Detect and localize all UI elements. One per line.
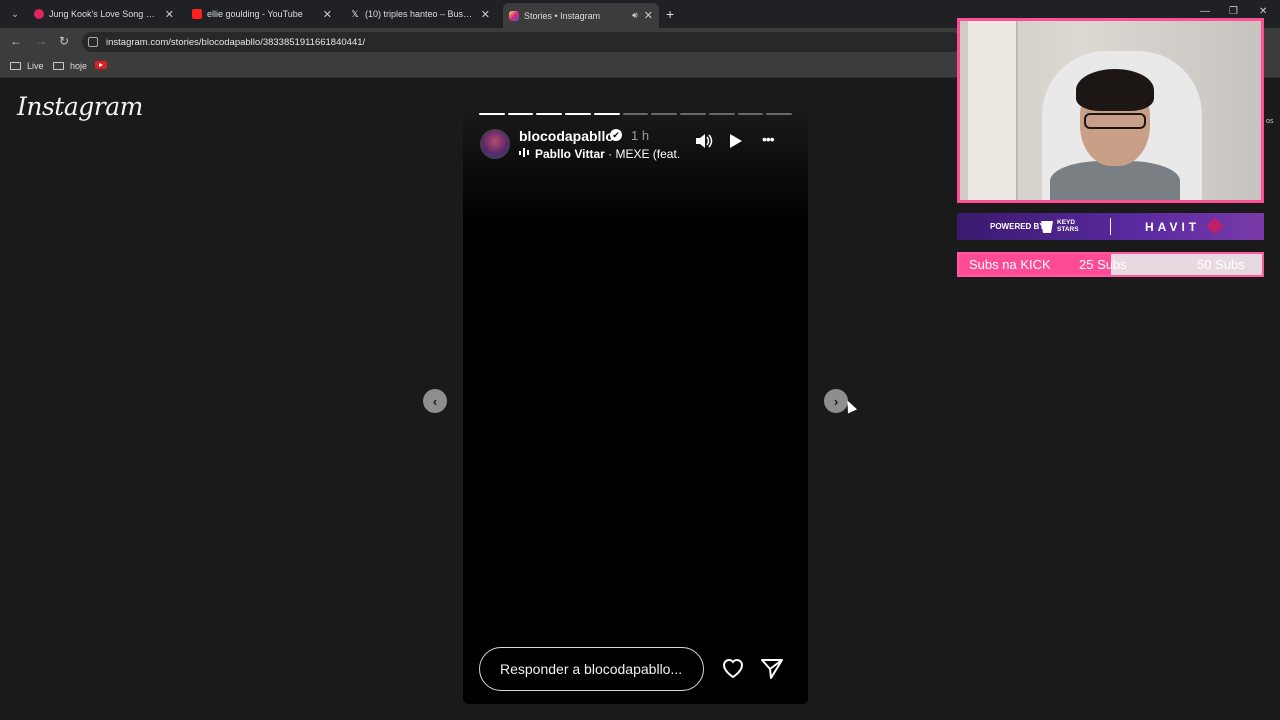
instagram-logo[interactable]: Instagram: [17, 92, 143, 121]
avatar[interactable]: [480, 129, 510, 159]
powered-by-label: POWERED BY: [990, 222, 1045, 231]
volume-icon[interactable]: [695, 133, 713, 154]
sponsor-banner: POWERED BY KEYD STARS HAVIT: [957, 213, 1264, 240]
tab-title: (10) triples hanteo – Buscar / X: [365, 9, 475, 19]
webcam-overlay: [957, 18, 1264, 203]
close-icon[interactable]: ✕: [644, 9, 653, 22]
bookmark-folder-hoje[interactable]: hoje: [53, 61, 87, 71]
webcam-shelf: [968, 21, 1018, 200]
play-icon[interactable]: [729, 133, 743, 154]
story-progress-segment: [680, 113, 706, 115]
story-music-info[interactable]: Pabllo Vittar · MEXE (feat. C: [535, 147, 681, 161]
story-progress-segment: [507, 113, 534, 115]
subs-goal-bar: Subs na KICK 25 Subs 50 Subs: [957, 252, 1264, 277]
window-close-icon[interactable]: ✕: [1259, 6, 1267, 17]
music-title: · MEXE (feat. C: [608, 147, 681, 161]
tab-ellie-goulding[interactable]: ellie goulding - YouTube ✕: [186, 4, 338, 24]
tab-title: Stories • Instagram: [524, 10, 601, 21]
heart-icon[interactable]: [721, 656, 745, 680]
subs-current-count: 25 Subs: [1079, 257, 1127, 272]
story-progress-segment: [766, 113, 793, 115]
minimize-icon[interactable]: —: [1200, 6, 1210, 17]
more-options-icon[interactable]: •••: [762, 131, 775, 147]
folder-icon: [10, 62, 21, 70]
story-progress-segment: [479, 113, 505, 115]
close-icon[interactable]: ✕: [323, 8, 332, 21]
story-progress-bar: [479, 113, 793, 115]
youtube-icon: [95, 61, 107, 69]
keyd-stars-logo-icon: [1039, 219, 1055, 235]
back-arrow-icon[interactable]: ←: [10, 34, 22, 48]
story-progress-segment: [622, 113, 649, 115]
youtube-music-icon: [34, 9, 44, 19]
webcam-hair: [1076, 69, 1154, 111]
x-logo-icon: 𝕏: [351, 9, 359, 19]
story-progress-segment: [565, 113, 591, 115]
reply-input[interactable]: Responder a blocodapabllo...: [479, 647, 704, 691]
subs-goal-label: Subs na KICK: [969, 257, 1051, 272]
bookmarks-overflow-text: os: [1266, 118, 1274, 125]
new-tab-button[interactable]: +: [666, 6, 674, 22]
divider: [1110, 218, 1111, 235]
verified-badge-icon: ✔: [610, 129, 622, 141]
story-viewer[interactable]: blocodapabllo ✔ 1 h Pabllo Vittar · MEXE…: [463, 104, 808, 704]
story-username[interactable]: blocodapabllo: [519, 128, 614, 144]
restore-icon[interactable]: ❐: [1229, 6, 1238, 17]
folder-icon: [53, 62, 64, 70]
site-info-icon[interactable]: [88, 37, 98, 47]
havit-logo: HAVIT: [1145, 220, 1201, 234]
reload-icon[interactable]: ↻: [59, 34, 69, 48]
tab-instagram-stories[interactable]: Stories • Instagram 🔊︎ ✕: [503, 3, 659, 28]
havit-emblem-icon: [1206, 217, 1224, 235]
address-bar[interactable]: instagram.com/stories/blocodapabllo/3833…: [82, 32, 962, 52]
tab-title: Jung Kook's Love Song Selectio: [49, 9, 159, 19]
music-bars-icon: [519, 147, 530, 161]
close-icon[interactable]: ✕: [165, 8, 174, 21]
story-progress-segment: [651, 113, 678, 115]
tab-x-search[interactable]: 𝕏 (10) triples hanteo – Buscar / X ✕: [344, 4, 496, 24]
story-time-ago: 1 h: [631, 128, 650, 143]
bookmark-folder-live[interactable]: Live: [10, 61, 44, 71]
story-progress-segment: [593, 113, 620, 115]
tab-search-button[interactable]: ⌄: [6, 5, 24, 23]
instagram-icon: [509, 10, 519, 21]
webcam-glasses: [1084, 113, 1146, 129]
story-progress-segment: [536, 113, 563, 115]
story-progress-segment: [708, 113, 735, 115]
send-icon[interactable]: [760, 657, 784, 681]
story-progress-segment: [737, 113, 764, 115]
bookmark-youtube[interactable]: [95, 61, 107, 69]
keyd-stars-logo: KEYD STARS: [1057, 219, 1079, 233]
close-icon[interactable]: ✕: [481, 8, 490, 21]
story-header-gradient: [463, 104, 808, 224]
bookmark-label: hoje: [70, 61, 88, 71]
mouse-cursor-icon: [842, 398, 858, 414]
previous-story-button[interactable]: ‹: [423, 389, 447, 413]
webcam-shirt: [1050, 161, 1180, 200]
youtube-icon: [192, 9, 202, 19]
tab-title: ellie goulding - YouTube: [207, 9, 303, 19]
forward-arrow-icon[interactable]: →: [35, 34, 47, 48]
speaker-icon[interactable]: 🔊︎: [632, 10, 638, 21]
bookmark-label: Live: [27, 61, 44, 71]
music-artist: Pabllo Vittar: [535, 147, 605, 161]
subs-goal-count: 50 Subs: [1197, 257, 1245, 272]
url-text[interactable]: instagram.com/stories/blocodapabllo/3833…: [106, 37, 365, 48]
tab-jung-kook[interactable]: Jung Kook's Love Song Selectio ✕: [28, 4, 180, 24]
